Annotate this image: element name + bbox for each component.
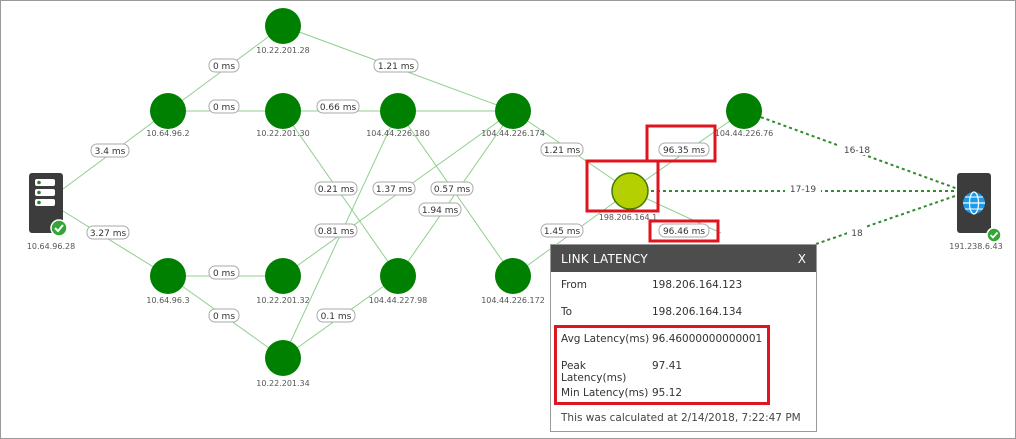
router-node[interactable] [150,258,186,294]
from-label: From [561,279,588,291]
edge-label[interactable]: 1.45 ms [540,223,584,238]
router-node[interactable] [380,93,416,129]
node-label: 10.64.96.28 [27,242,75,251]
close-icon[interactable]: X [798,252,806,266]
tooltip-title: LINK LATENCY [561,251,648,266]
edge-label[interactable]: 3.27 ms [86,225,130,240]
router-node[interactable] [265,8,301,44]
edge-label[interactable]: 0.21 ms [314,181,358,196]
to-value: 198.206.164.134 [652,306,743,318]
to-label: To [561,306,573,318]
svg-text:0 ms: 0 ms [213,269,235,279]
router-node[interactable] [380,258,416,294]
svg-text:0 ms: 0 ms [213,103,235,113]
svg-text:0.66 ms: 0.66 ms [320,103,357,113]
link-latency-tooltip: LINK LATENCY X From 198.206.164.123 To 1… [550,244,817,432]
checkmark-icon [50,219,68,237]
edge-label[interactable]: 3.4 ms [90,143,130,158]
from-value: 198.206.164.123 [652,279,743,291]
edge-label[interactable]: 0.66 ms [316,99,360,114]
svg-text:96.35 ms: 96.35 ms [663,146,705,156]
node-label: 10.22.201.30 [256,129,309,138]
svg-text:18: 18 [851,229,863,239]
node-label: 104.44.226.174 [481,129,545,138]
edge-label[interactable]: 96.35 ms [658,142,710,157]
edge-label[interactable]: 0.1 ms [316,308,356,323]
edge-label[interactable]: 0 ms [208,308,240,323]
svg-text:17-19: 17-19 [790,185,816,195]
tooltip-header: LINK LATENCY X [551,245,816,272]
svg-text:3.4 ms: 3.4 ms [95,147,126,157]
edge-label[interactable]: 0.81 ms [314,223,358,238]
svg-text:1.21 ms: 1.21 ms [544,146,581,156]
dashed-edge[interactable] [815,194,959,245]
source-server-node[interactable] [29,173,68,237]
to-row: To 198.206.164.134 [561,306,742,318]
svg-text:0.81 ms: 0.81 ms [318,227,355,237]
svg-text:0.1 ms: 0.1 ms [321,312,352,322]
edge-label[interactable]: 1.21 ms [540,142,584,157]
checkmark-icon [986,227,1002,243]
node-label: 198.206.164.1 [599,213,658,222]
edge-label[interactable]: 0 ms [208,58,240,73]
router-node[interactable] [265,340,301,376]
node-label: 104.44.226.172 [481,296,545,305]
edge-label[interactable]: 1.21 ms [373,58,419,73]
svg-text:0.21 ms: 0.21 ms [318,185,355,195]
globe-icon [963,191,985,215]
router-node[interactable] [265,258,301,294]
svg-text:1.21 ms: 1.21 ms [378,62,415,72]
svg-text:0 ms: 0 ms [213,312,235,322]
edge-label[interactable]: 0 ms [208,265,240,280]
selected-router-node[interactable] [611,172,649,210]
from-row: From 198.206.164.123 [561,279,742,291]
edge-label[interactable]: 1.94 ms [418,202,462,217]
edge-label[interactable]: 0.57 ms [430,181,474,196]
node-label: 10.64.96.2 [146,129,189,138]
highlight-box-latency-stats [554,325,770,405]
node-label: 104.44.227.98 [369,296,428,305]
router-node[interactable] [726,93,762,129]
node-label: 10.22.201.34 [256,379,309,388]
node-label: 104.44.226.180 [366,129,430,138]
network-topology-view: 3.4 ms 3.27 ms 0 ms 0 ms 0 ms 0 ms 1.21 … [0,0,1016,439]
dashed-edge-label[interactable]: 18 [847,226,867,239]
svg-text:1.37 ms: 1.37 ms [376,185,413,195]
router-node[interactable] [495,93,531,129]
svg-text:1.94 ms: 1.94 ms [422,206,459,216]
svg-text:16-18: 16-18 [844,146,870,156]
calculated-at-text: This was calculated at 2/14/2018, 7:22:4… [561,412,801,424]
router-node[interactable] [265,93,301,129]
edge[interactable] [62,210,169,277]
node-label: 10.64.96.3 [146,296,189,305]
node-label: 10.22.201.32 [256,296,309,305]
node-label: 104.44.226.76 [715,129,774,138]
svg-text:3.27 ms: 3.27 ms [90,229,127,239]
node-label: 10.22.201.28 [256,46,309,55]
dashed-edge-label[interactable]: 17-19 [785,182,821,195]
svg-text:96.46 ms: 96.46 ms [663,227,705,237]
svg-text:0.57 ms: 0.57 ms [434,185,471,195]
destination-endpoint-node[interactable] [957,173,1002,243]
router-node[interactable] [150,93,186,129]
server-icon [35,179,55,206]
svg-text:0 ms: 0 ms [213,62,235,72]
edge-label[interactable]: 0 ms [208,99,240,114]
router-node[interactable] [495,258,531,294]
edge-label[interactable]: 96.46 ms [658,223,710,238]
dashed-edge-label[interactable]: 16-18 [839,143,875,156]
svg-text:1.45 ms: 1.45 ms [544,227,581,237]
edge-label[interactable]: 1.37 ms [372,181,416,196]
node-label: 191.238.6.43 [949,242,1002,251]
topology-diagram: 3.4 ms 3.27 ms 0 ms 0 ms 0 ms 0 ms 1.21 … [27,8,1003,388]
